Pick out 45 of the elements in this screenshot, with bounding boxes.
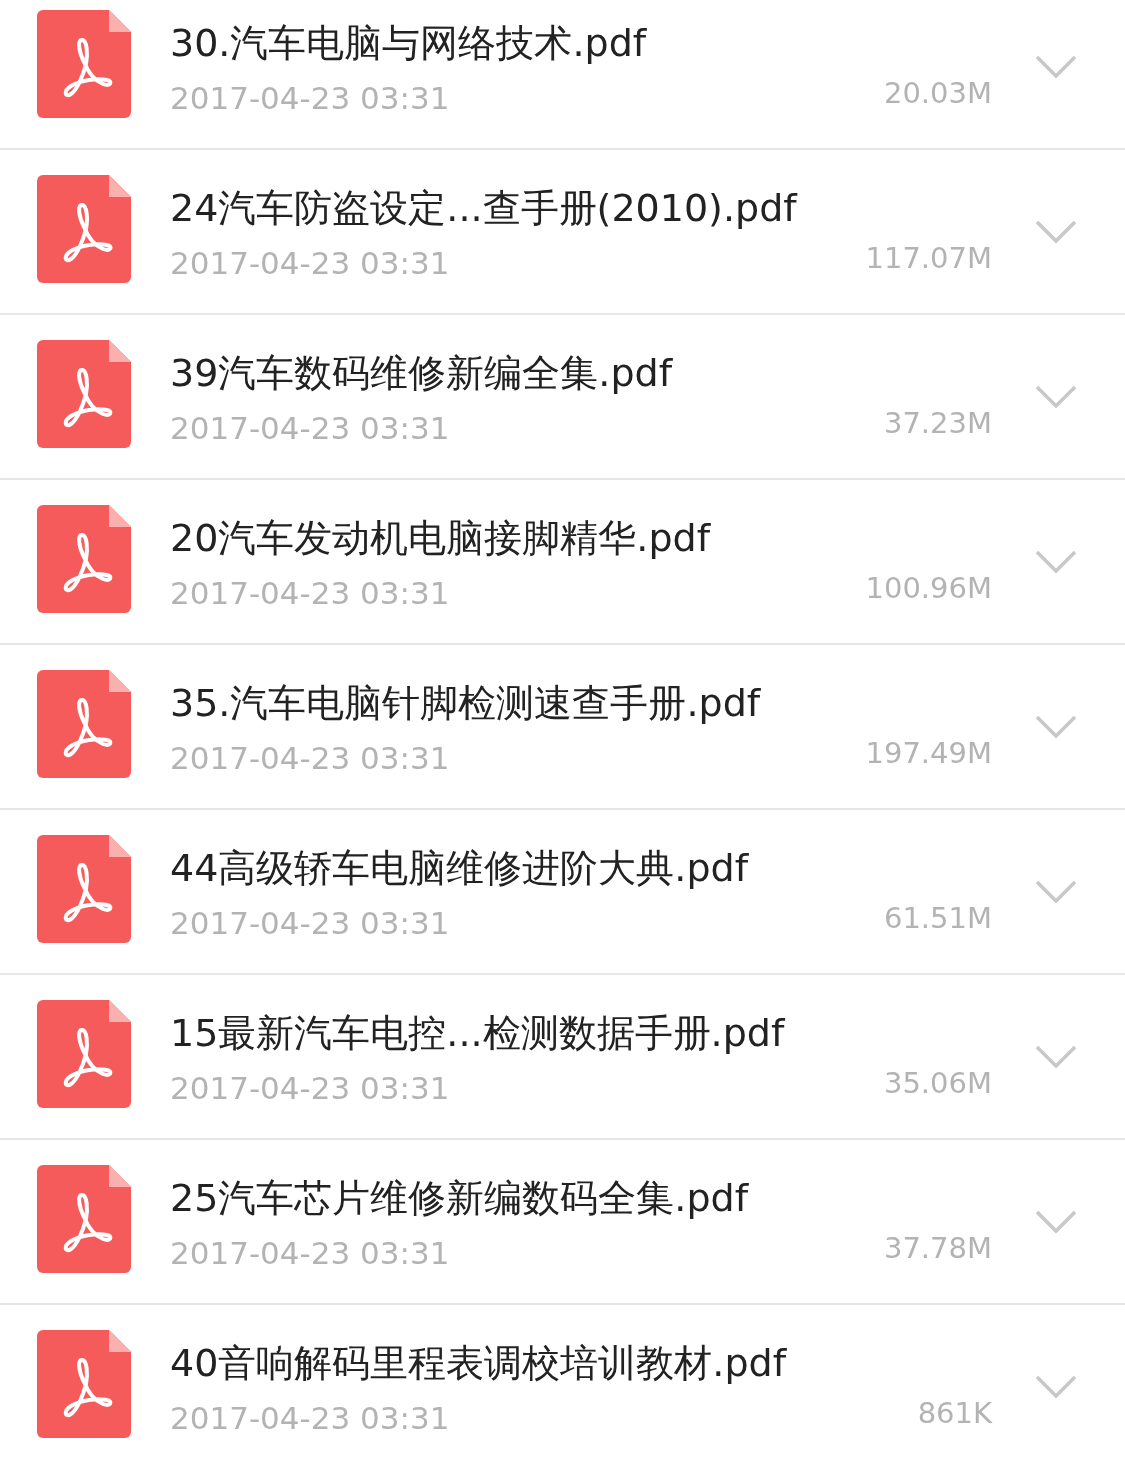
file-name: 25汽车芯片维修新编数码全集.pdf (170, 1175, 750, 1222)
chevron-down-icon[interactable] (1035, 1045, 1077, 1069)
file-name: 24汽车防盗设定...查手册(2010).pdf (170, 185, 799, 232)
file-size: 20.03M (883, 75, 992, 112)
file-date: 2017-04-23 03:31 (170, 1069, 451, 1108)
chevron-down-icon[interactable] (1035, 220, 1077, 244)
file-date: 2017-04-23 03:31 (170, 739, 451, 778)
chevron-down-icon[interactable] (1035, 880, 1077, 904)
pdf-file-icon (37, 505, 131, 613)
file-size: 197.49M (865, 735, 992, 772)
file-name: 40音响解码里程表调校培训教材.pdf (170, 1340, 788, 1387)
file-name: 39汽车数码维修新编全集.pdf (170, 350, 674, 397)
pdf-file-icon (37, 670, 131, 778)
file-name: 20汽车发动机电脑接脚精华.pdf (170, 515, 712, 562)
file-name: 30.汽车电脑与网络技术.pdf (170, 20, 648, 67)
chevron-down-icon[interactable] (1035, 55, 1077, 79)
file-size: 61.51M (883, 900, 992, 937)
pdf-file-icon (37, 835, 131, 943)
file-name: 44高级轿车电脑维修进阶大典.pdf (170, 845, 750, 892)
chevron-down-icon[interactable] (1035, 385, 1077, 409)
chevron-down-icon[interactable] (1035, 1210, 1077, 1234)
file-date: 2017-04-23 03:31 (170, 244, 451, 283)
pdf-file-icon (37, 1165, 131, 1273)
file-size: 100.96M (865, 570, 992, 607)
file-size: 35.06M (883, 1065, 992, 1102)
pdf-file-icon (37, 175, 131, 283)
file-size: 861K (917, 1395, 992, 1432)
pdf-file-icon (37, 10, 131, 118)
chevron-down-icon[interactable] (1035, 1375, 1077, 1399)
file-name: 35.汽车电脑针脚检测速查手册.pdf (170, 680, 762, 727)
chevron-down-icon[interactable] (1035, 715, 1077, 739)
file-size: 37.23M (883, 405, 992, 442)
file-date: 2017-04-23 03:31 (170, 1234, 451, 1273)
file-date: 2017-04-23 03:31 (170, 79, 451, 118)
chevron-down-icon[interactable] (1035, 550, 1077, 574)
file-date: 2017-04-23 03:31 (170, 904, 451, 943)
file-date: 2017-04-23 03:31 (170, 1399, 451, 1438)
file-date: 2017-04-23 03:31 (170, 409, 451, 448)
file-size: 37.78M (883, 1230, 992, 1267)
file-date: 2017-04-23 03:31 (170, 574, 451, 613)
pdf-file-icon (37, 1330, 131, 1438)
file-name: 15最新汽车电控...检测数据手册.pdf (170, 1010, 786, 1057)
file-size: 117.07M (865, 240, 992, 277)
pdf-file-icon (37, 1000, 131, 1108)
pdf-file-icon (37, 340, 131, 448)
